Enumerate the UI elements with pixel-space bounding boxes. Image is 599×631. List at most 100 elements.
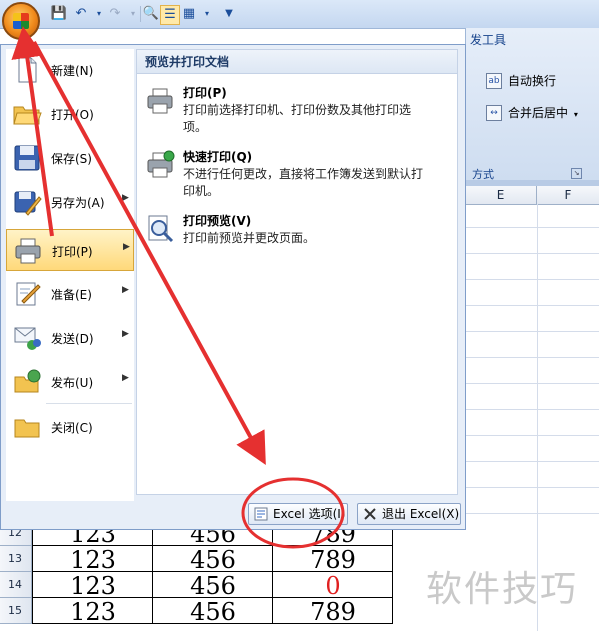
qat-separator [140,6,141,22]
prepare-icon [16,282,41,306]
gridline [465,253,599,254]
menu-item-prepare[interactable]: 准备(E) ▶ [6,273,134,315]
merge-center-icon: ↔ [486,105,502,121]
gridline [465,305,599,306]
menu-item-publish[interactable]: 发布(U) ▶ [6,361,134,403]
customize-qat-icon[interactable]: ▼ [220,5,238,23]
menu-item-label: 准备(E) [51,288,92,302]
gridline [465,383,599,384]
print-submenu-panel: 预览并打印文档 打印(P) 打印前选择打印机、打印份数及其他打印选项。 快速打印… [136,49,458,495]
table-icon[interactable]: ▦ [180,5,198,23]
cell[interactable]: 123 [34,546,152,574]
exit-excel-button[interactable]: 退出 Excel(X) [357,503,461,525]
gridline [465,331,599,332]
save-as-icon [14,191,42,216]
panel-item-title: 打印(P) [183,86,227,100]
excel-options-label: Excel 选项(I) [273,507,346,521]
panel-item-title: 打印预览(V) [183,214,252,228]
panel-item-title: 快速打印(Q) [183,150,253,164]
menu-item-label: 打印(P) [52,245,93,259]
merge-center-label: 合并后居中 [508,106,569,120]
menu-item-label: 发送(D) [51,332,94,346]
panel-header: 预览并打印文档 [137,50,457,74]
close-icon [364,508,376,520]
table-border [32,520,33,624]
cell[interactable]: 789 [274,598,392,626]
row-header[interactable]: 14 [0,572,32,598]
menu-item-new[interactable]: 新建(N) [6,49,134,91]
form-icon[interactable]: ☰ [160,5,180,25]
cell-zero-value[interactable]: 0 [274,572,392,600]
panel-item-print-preview[interactable]: 打印预览(V) 打印前预览并更改页面。 [143,212,453,252]
menu-separator [46,403,132,404]
options-icon [254,507,268,521]
submenu-arrow-icon: ▶ [122,329,129,339]
save-disk-icon [14,145,40,171]
undo-icon[interactable]: ↶ [72,5,90,23]
submenu-arrow-icon: ▶ [122,373,129,383]
row-header[interactable]: 13 [0,546,32,572]
table-border [272,520,273,624]
office-menu-commands: 新建(N) 打开(O) 保存(S) 另存为(A) ▶ 打印(P) ▶ 准备(E)… [6,49,134,501]
menu-item-label: 新建(N) [51,64,94,78]
table-border [32,623,392,624]
panel-item-quick-print[interactable]: 快速打印(Q) 不进行任何更改，直接将工作簿发送到默认打印机。 [143,148,453,198]
dialog-launcher-icon[interactable]: ↘ [571,168,582,179]
office-menu: 新建(N) 打开(O) 保存(S) 另存为(A) ▶ 打印(P) ▶ 准备(E)… [0,44,466,530]
title-bar: 💾 ↶ ▾ ↷ ▾ 🔍 ☰ ▦ ▾ ▼ [0,0,599,29]
publish-icon [14,369,41,393]
exit-excel-label: 退出 Excel(X) [382,507,460,521]
office-logo-icon [13,13,29,29]
gridline [465,461,599,462]
new-document-icon [18,57,37,83]
column-header-e[interactable]: E [465,186,537,204]
row-header[interactable]: 15 [0,598,32,624]
menu-item-save[interactable]: 保存(S) [6,137,134,179]
excel-options-button[interactable]: Excel 选项(I) [248,503,348,525]
print-preview-qat-icon[interactable]: 🔍 [142,5,160,23]
cell[interactable]: 789 [274,546,392,574]
tab-developer-tools[interactable]: 发工具 [466,30,510,50]
merge-center-button[interactable]: ↔ 合并后居中 ▾ [486,102,578,124]
panel-item-description: 不进行任何更改，直接将工作簿发送到默认打印机。 [183,167,424,198]
cell[interactable]: 456 [154,546,272,574]
wrap-text-button[interactable]: ab 自动换行 [486,70,556,92]
table-border [32,571,392,572]
gridline [465,435,599,436]
table-border [152,520,153,624]
table-dropdown-icon[interactable]: ▾ [198,5,216,23]
merge-dropdown-icon[interactable]: ▾ [574,110,578,119]
gridline [465,357,599,358]
gridline [465,279,599,280]
menu-item-label: 发布(U) [51,376,94,390]
cell[interactable]: 123 [34,572,152,600]
watermark: 软件技巧 [426,569,579,610]
gridline [465,227,599,228]
cell[interactable]: 456 [154,572,272,600]
panel-item-description: 打印前预览并更改页面。 [183,231,316,245]
menu-item-print[interactable]: 打印(P) ▶ [6,229,134,271]
cell[interactable]: 456 [154,598,272,626]
column-header-f[interactable]: F [537,186,599,204]
menu-item-open[interactable]: 打开(O) [6,93,134,135]
menu-item-save-as[interactable]: 另存为(A) ▶ [6,181,134,223]
gridline [465,409,599,410]
printer-icon [15,238,41,264]
menu-item-label: 打开(O) [51,108,94,122]
wrap-text-label: 自动换行 [508,74,557,88]
office-button[interactable] [2,2,40,40]
close-folder-icon [14,419,40,438]
cell[interactable]: 123 [34,598,152,626]
menu-item-label: 关闭(C) [51,421,93,435]
menu-item-send[interactable]: 发送(D) ▶ [6,317,134,359]
redo-icon[interactable]: ↷ [106,5,124,23]
table-border [392,520,393,624]
menu-item-close[interactable]: 关闭(C) [6,406,134,448]
submenu-arrow-icon: ▶ [122,193,129,203]
panel-item-print[interactable]: 打印(P) 打印前选择打印机、打印份数及其他打印选项。 [143,84,453,134]
submenu-arrow-icon: ▶ [123,242,130,252]
save-icon[interactable]: 💾 [50,5,68,23]
table-border [32,545,392,546]
quick-print-icon [147,150,175,178]
submenu-arrow-icon: ▶ [122,285,129,295]
